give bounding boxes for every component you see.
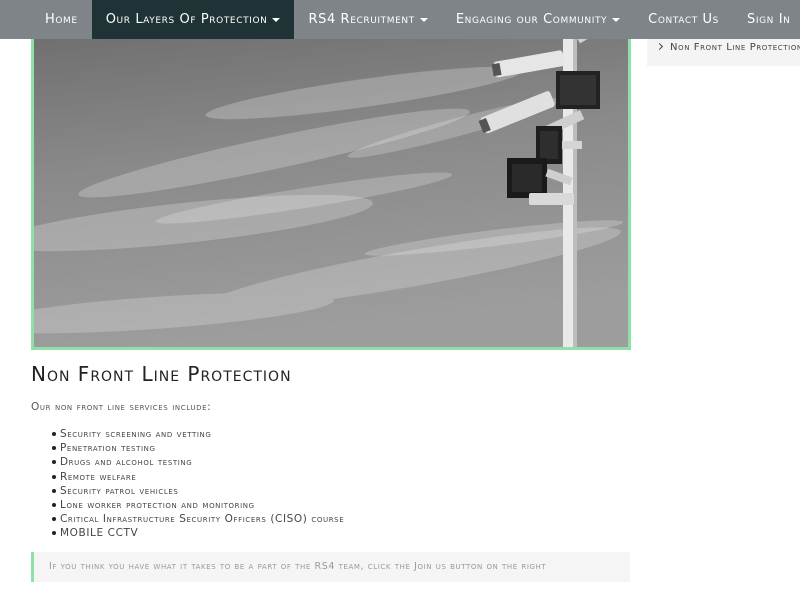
services-list: Security screening and vetting Penetrati… [51, 427, 345, 541]
nav-item-label: Contact Us [648, 12, 719, 27]
nav-item-label: Sign In [747, 12, 791, 27]
list-item: Critical Infrastructure Security Officer… [51, 513, 345, 526]
main-navbar: Home Our Layers Of Protection RS4 Recrui… [0, 0, 800, 39]
nav-item-our-layers-of-protection[interactable]: Our Layers Of Protection [91, 0, 295, 39]
caret-down-icon [272, 17, 281, 22]
nav-item-sign-in[interactable]: Sign In [733, 0, 800, 39]
list-item: Drugs and alcohol testing [51, 455, 344, 469]
caret-down-icon [419, 17, 428, 22]
nav-item-rs4-recruitment[interactable]: RS4 Recruitment [294, 0, 441, 39]
list-item: Security screening and vetting [51, 427, 344, 441]
hero-image [31, 30, 631, 350]
nav-item-home[interactable]: Home [0, 0, 92, 39]
nav-item-label: Home [45, 12, 78, 27]
nav-item-label: Engaging our Community [455, 12, 608, 27]
nav-item-contact-us[interactable]: Contact Us [634, 0, 733, 39]
nav-item-label: Our Layers Of Protection [105, 12, 268, 27]
nav-item-label: RS4 Recruitment [308, 12, 415, 27]
list-item: Security patrol vehicles [51, 484, 344, 498]
sidebar-item-non-front-line-protection[interactable]: Non Front Line Protection [655, 42, 800, 53]
list-item: Penetration testing [51, 441, 344, 455]
chevron-right-icon [655, 42, 664, 50]
nav-item-engaging-our-community[interactable]: Engaging our Community [442, 0, 634, 39]
intro-text: Our non front line services include: [31, 401, 212, 413]
join-callout: If you think you have what it takes to b… [31, 552, 630, 582]
cctv-cameras-photo [34, 33, 628, 347]
list-item: Lone worker protection and monitoring [51, 498, 344, 512]
list-item: MOBILE CCTV [51, 526, 344, 540]
sidebar-item-label: Non Front Line Protection [670, 42, 800, 53]
list-item: Remote welfare [51, 470, 344, 484]
page-title: Non Front Line Protection [31, 362, 292, 386]
callout-text: If you think you have what it takes to b… [49, 561, 547, 572]
caret-down-icon [612, 17, 621, 22]
